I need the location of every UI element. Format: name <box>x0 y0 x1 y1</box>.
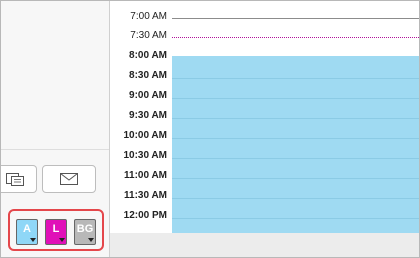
hour-gridline <box>172 138 419 139</box>
dropdown-arrow-icon <box>59 238 65 242</box>
half-hour-gridline <box>172 118 419 119</box>
time-label: 7:30 AM <box>130 30 167 41</box>
hour-gridline <box>172 218 419 219</box>
mail-button[interactable] <box>42 165 96 193</box>
left-panel: A L BG <box>1 1 110 257</box>
time-label: 12:00 PM <box>123 210 167 221</box>
filter-chip-a[interactable]: A <box>16 219 38 245</box>
half-hour-gridline <box>172 158 419 159</box>
copy-icon <box>5 173 24 186</box>
time-label: 8:30 AM <box>129 70 167 81</box>
time-label: 10:30 AM <box>123 150 167 161</box>
time-label: 11:30 AM <box>124 190 167 201</box>
filter-chip-l[interactable]: L <box>45 219 67 245</box>
hour-gridline <box>172 98 419 99</box>
calendar-footer-area <box>110 233 419 257</box>
day-calendar-grid[interactable]: 7:00 AM 7:30 AM 8:00 AM 8:30 AM 9:00 AM … <box>110 1 419 257</box>
filter-chip-bg[interactable]: BG <box>74 219 96 245</box>
window-frame: A L BG 7:00 AM 7:30 AM 8:00 AM 8:30 AM 9… <box>0 0 420 258</box>
filter-chip-label: L <box>52 223 60 235</box>
filter-chip-label: A <box>23 223 31 235</box>
calendar-event-block[interactable] <box>172 56 419 233</box>
hour-gridline <box>172 178 419 179</box>
time-label: 11:00 AM <box>124 170 167 181</box>
current-time-line <box>172 37 419 38</box>
time-column: 7:00 AM 7:30 AM 8:00 AM 8:30 AM 9:00 AM … <box>110 1 172 257</box>
time-label: 9:00 AM <box>129 90 167 101</box>
dropdown-arrow-icon <box>88 238 94 242</box>
half-hour-gridline <box>172 198 419 199</box>
copy-button[interactable] <box>1 165 37 193</box>
hour-gridline <box>172 18 419 19</box>
half-hour-gridline <box>172 78 419 79</box>
dropdown-arrow-icon <box>30 238 36 242</box>
panel-divider <box>1 149 109 150</box>
time-label: 9:30 AM <box>129 110 167 121</box>
envelope-icon <box>60 173 78 185</box>
calendar-filter-group: A L BG <box>8 209 104 251</box>
time-label: 8:00 AM <box>129 50 167 61</box>
time-label: 10:00 AM <box>123 130 167 141</box>
time-label: 7:00 AM <box>130 11 167 22</box>
filter-chip-label: BG <box>76 223 94 235</box>
